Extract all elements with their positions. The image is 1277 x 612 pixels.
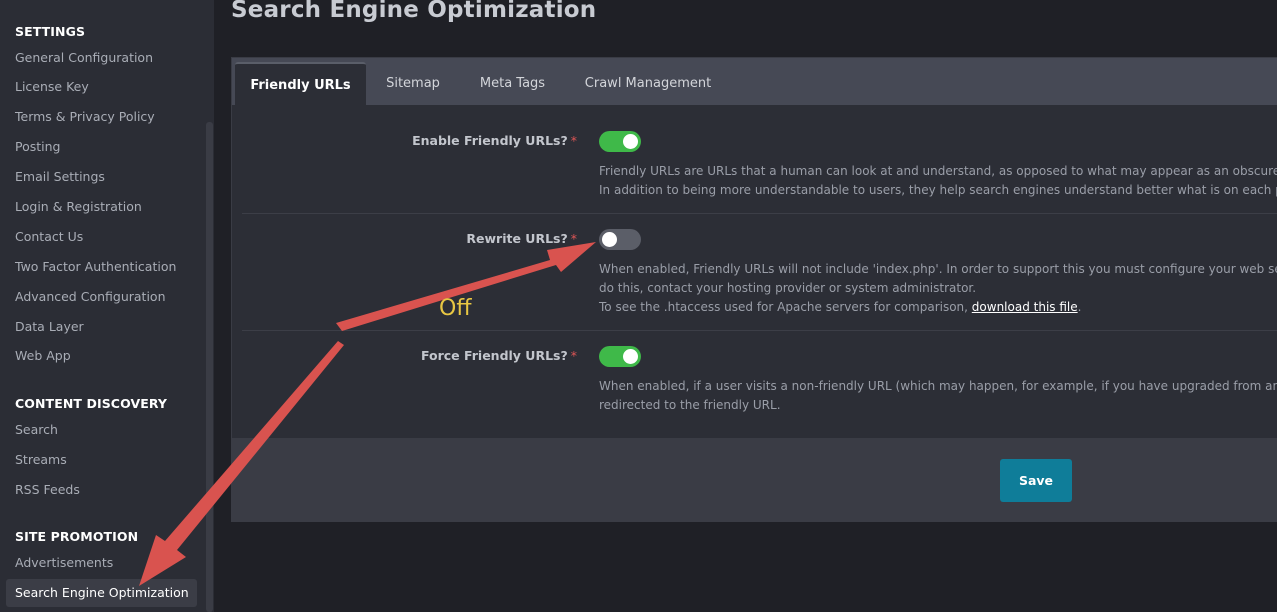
page-title: Search Engine Optimization xyxy=(231,0,597,23)
description-line: When enabled, Friendly URLs will not inc… xyxy=(599,262,1277,276)
description-line: redirected to the friendly URL. xyxy=(599,398,781,412)
tab-meta-tags[interactable]: Meta Tags xyxy=(460,62,565,105)
enable-friendly-urls-label: Enable Friendly URLs? * xyxy=(412,133,577,148)
settings-panel: Friendly URLs Sitemap Meta Tags Crawl Ma… xyxy=(231,57,1277,522)
sidebar-item-two-factor-authentication[interactable]: Two Factor Authentication xyxy=(6,253,197,281)
required-asterisk: * xyxy=(570,348,577,363)
save-button[interactable]: Save xyxy=(1000,459,1072,502)
sidebar-item-email-settings[interactable]: Email Settings xyxy=(6,163,197,191)
toggle-knob xyxy=(602,232,617,247)
setting-row-force-friendly-urls: Force Friendly URLs? * xyxy=(232,348,577,366)
sidebar-item-data-layer[interactable]: Data Layer xyxy=(6,313,197,341)
description-text: . xyxy=(1077,300,1082,314)
sidebar-item-general-configuration[interactable]: General Configuration xyxy=(6,44,197,72)
row-divider xyxy=(242,213,1277,214)
sidebar-item-rss-feeds[interactable]: RSS Feeds xyxy=(6,476,197,504)
setting-row-rewrite-urls: Rewrite URLs? * xyxy=(232,231,577,249)
required-asterisk: * xyxy=(570,231,577,246)
enable-friendly-urls-description: Friendly URLs are URLs that a human can … xyxy=(599,162,1277,200)
force-friendly-urls-toggle[interactable] xyxy=(599,346,641,367)
sidebar-item-advanced-configuration[interactable]: Advanced Configuration xyxy=(6,283,197,311)
row-divider xyxy=(242,330,1277,331)
description-line: To see the .htaccess used for Apache ser… xyxy=(599,298,1277,317)
sidebar-heading-content-discovery: CONTENT DISCOVERY xyxy=(15,396,168,411)
rewrite-urls-description: When enabled, Friendly URLs will not inc… xyxy=(599,260,1277,317)
rewrite-urls-label-text: Rewrite URLs? xyxy=(466,231,568,246)
enable-friendly-urls-toggle[interactable] xyxy=(599,131,641,152)
rewrite-urls-label: Rewrite URLs? * xyxy=(466,231,577,246)
force-friendly-urls-label: Force Friendly URLs? * xyxy=(421,348,577,363)
sidebar-heading-settings: SETTINGS xyxy=(15,24,86,39)
description-line: Friendly URLs are URLs that a human can … xyxy=(599,164,1277,178)
form-footer: Save xyxy=(232,438,1277,522)
tab-bar: Friendly URLs Sitemap Meta Tags Crawl Ma… xyxy=(232,58,1277,105)
sidebar-item-web-app[interactable]: Web App xyxy=(6,342,197,370)
sidebar-item-license-key[interactable]: License Key xyxy=(6,73,197,101)
sidebar-item-advertisements[interactable]: Advertisements xyxy=(6,549,197,577)
sidebar-heading-site-promotion: SITE PROMOTION xyxy=(15,529,139,544)
tab-friendly-urls[interactable]: Friendly URLs xyxy=(235,62,366,105)
toggle-knob xyxy=(623,349,638,364)
force-friendly-urls-label-text: Force Friendly URLs? xyxy=(420,348,568,363)
rewrite-urls-toggle[interactable] xyxy=(599,229,641,250)
sidebar-item-contact-us[interactable]: Contact Us xyxy=(6,223,197,251)
description-line: When enabled, if a user visits a non-fri… xyxy=(599,379,1277,393)
tab-crawl-management[interactable]: Crawl Management xyxy=(565,62,731,105)
download-this-file-link[interactable]: download this file xyxy=(972,300,1078,314)
enable-friendly-urls-label-text: Enable Friendly URLs? xyxy=(412,133,568,148)
tab-sitemap[interactable]: Sitemap xyxy=(366,62,460,105)
sidebar-item-posting[interactable]: Posting xyxy=(6,133,197,161)
off-annotation-label: Off xyxy=(439,296,472,321)
required-asterisk: * xyxy=(570,133,577,148)
description-line: In addition to being more understandable… xyxy=(599,183,1277,197)
sidebar-item-streams[interactable]: Streams xyxy=(6,446,197,474)
toggle-knob xyxy=(623,134,638,149)
sidebar-item-search-engine-optimization[interactable]: Search Engine Optimization xyxy=(6,579,197,607)
sidebar-item-terms-privacy-policy[interactable]: Terms & Privacy Policy xyxy=(6,103,197,131)
sidebar-item-search[interactable]: Search xyxy=(6,416,197,444)
sidebar: SETTINGS General Configuration License K… xyxy=(0,0,214,612)
sidebar-scrollbar-thumb[interactable] xyxy=(206,122,213,612)
force-friendly-urls-description: When enabled, if a user visits a non-fri… xyxy=(599,377,1277,415)
description-text: To see the .htaccess used for Apache ser… xyxy=(599,300,972,314)
description-line: do this, contact your hosting provider o… xyxy=(599,281,977,295)
sidebar-item-login-registration[interactable]: Login & Registration xyxy=(6,193,197,221)
setting-row-enable-friendly-urls: Enable Friendly URLs? * xyxy=(232,133,577,151)
